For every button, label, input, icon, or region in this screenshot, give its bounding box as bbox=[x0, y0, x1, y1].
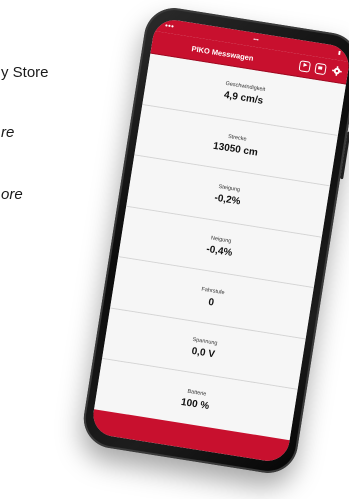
smartphone: ●●● ▪▪▪ ▮ PIKO Messwagen Geschwindigkeit… bbox=[79, 3, 349, 478]
measurement-label: Strecke bbox=[227, 133, 247, 143]
play-icon[interactable] bbox=[298, 59, 312, 73]
measurement-value: 13050 cm bbox=[212, 140, 259, 159]
gear-icon[interactable] bbox=[330, 65, 343, 78]
measurement-value: 0 bbox=[207, 296, 215, 309]
measurement-label: Steigung bbox=[217, 184, 241, 194]
phone-screen: ●●● ▪▪▪ ▮ PIKO Messwagen Geschwindigkeit… bbox=[90, 17, 349, 464]
measurement-label: Fahrstufe bbox=[201, 286, 225, 296]
measurement-value: 100 % bbox=[180, 396, 210, 412]
stop-icon[interactable] bbox=[314, 62, 327, 75]
background-text-store: y Store bbox=[1, 64, 49, 81]
page: y Store re ore ●●● ▪▪▪ ▮ PIKO Messwagen bbox=[0, 0, 349, 499]
measurement-value: -0,4% bbox=[205, 243, 234, 259]
background-text-3: ore bbox=[1, 186, 23, 203]
measurement-label: Batterie bbox=[187, 388, 207, 398]
measurement-value: 4,9 cm/s bbox=[223, 90, 264, 108]
measurement-list: Geschwindigkeit 4,9 cm/s Strecke 13050 c… bbox=[94, 53, 346, 441]
measurement-label: Spannung bbox=[192, 336, 218, 347]
measurement-label: Neigung bbox=[210, 235, 232, 245]
background-text-2: re bbox=[1, 124, 15, 141]
measurement-value: 0,0 V bbox=[190, 346, 216, 361]
clock: ▪▪▪ bbox=[252, 36, 260, 44]
measurement-value: -0,2% bbox=[213, 192, 242, 208]
battery-icon: ▮ bbox=[337, 50, 342, 57]
signal-icon: ●●● bbox=[164, 22, 175, 30]
